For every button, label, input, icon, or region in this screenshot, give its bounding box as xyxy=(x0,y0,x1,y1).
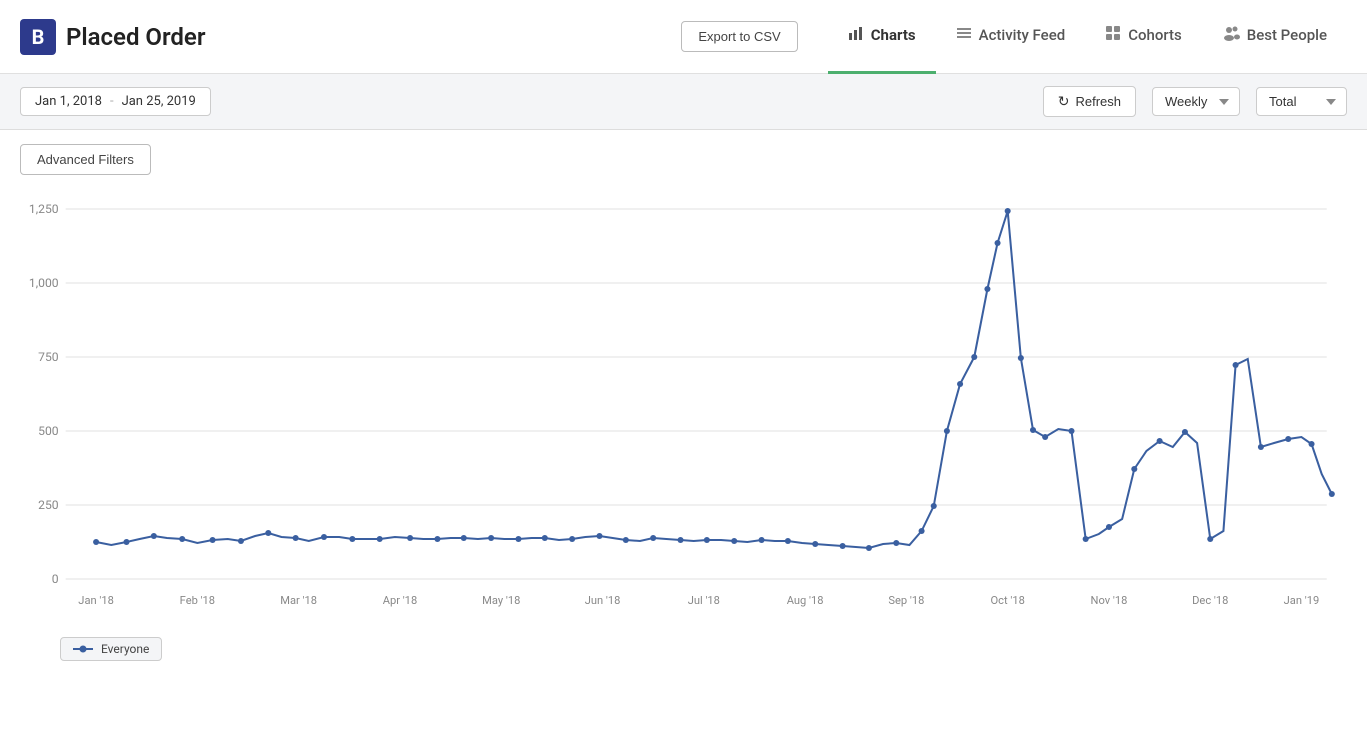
table-icon xyxy=(1105,25,1121,45)
date-separator: - xyxy=(110,94,114,109)
svg-text:Feb '18: Feb '18 xyxy=(180,594,215,607)
nav-tabs: Charts Activity Feed Cohort xyxy=(828,0,1347,73)
toolbar: Jan 1, 2018 - Jan 25, 2019 ↻ Refresh Wee… xyxy=(0,74,1367,130)
tab-cohorts[interactable]: Cohorts xyxy=(1085,0,1202,74)
tab-charts[interactable]: Charts xyxy=(828,0,936,74)
chart-line-everyone xyxy=(96,211,1332,548)
refresh-icon: ↻ xyxy=(1058,93,1070,110)
people-icon xyxy=(1222,25,1240,45)
tab-cohorts-label: Cohorts xyxy=(1128,26,1182,44)
legend-area: Everyone xyxy=(0,629,1367,677)
refresh-button[interactable]: ↻ Refresh xyxy=(1043,86,1136,117)
tab-activity-feed[interactable]: Activity Feed xyxy=(936,0,1086,74)
logo-area: B Placed Order xyxy=(20,19,681,55)
tab-best-people-label: Best People xyxy=(1247,26,1327,44)
svg-text:Oct '18: Oct '18 xyxy=(991,594,1025,607)
chart-dots xyxy=(93,208,1335,551)
svg-text:Jun '18: Jun '18 xyxy=(585,594,621,607)
list-icon xyxy=(956,25,972,45)
svg-text:750: 750 xyxy=(38,350,59,364)
svg-text:500: 500 xyxy=(38,424,59,438)
svg-text:Aug '18: Aug '18 xyxy=(787,594,824,607)
svg-text:May '18: May '18 xyxy=(482,594,520,607)
chart-wrapper: 0 250 500 750 1,000 1,250 Jan '18 Feb '1… xyxy=(10,189,1347,619)
date-to: Jan 25, 2019 xyxy=(122,94,196,109)
metric-select-wrapper: Total Unique Average xyxy=(1256,87,1347,116)
svg-text:Jan '18: Jan '18 xyxy=(78,594,114,607)
line-chart: 0 250 500 750 1,000 1,250 Jan '18 Feb '1… xyxy=(10,189,1347,619)
period-select-wrapper: Weekly Daily Monthly xyxy=(1152,87,1240,116)
svg-text:Dec '18: Dec '18 xyxy=(1192,594,1228,607)
logo-icon: B xyxy=(20,19,56,55)
svg-text:Sep '18: Sep '18 xyxy=(888,594,924,607)
legend-label-everyone: Everyone xyxy=(101,642,149,656)
svg-text:Jul '18: Jul '18 xyxy=(688,594,720,607)
svg-text:Apr '18: Apr '18 xyxy=(383,594,418,607)
svg-text:Nov '18: Nov '18 xyxy=(1091,594,1128,607)
tab-charts-label: Charts xyxy=(871,26,916,44)
metric-select[interactable]: Total Unique Average xyxy=(1256,87,1347,116)
bar-chart-icon xyxy=(848,25,864,45)
advanced-filters-button[interactable]: Advanced Filters xyxy=(20,144,151,175)
svg-text:1,000: 1,000 xyxy=(29,276,59,290)
period-select[interactable]: Weekly Daily Monthly xyxy=(1152,87,1240,116)
header: B Placed Order Export to CSV Charts xyxy=(0,0,1367,74)
legend-item-everyone[interactable]: Everyone xyxy=(60,637,162,661)
svg-text:1,250: 1,250 xyxy=(29,202,59,216)
export-csv-button[interactable]: Export to CSV xyxy=(681,21,797,52)
svg-text:Mar '18: Mar '18 xyxy=(280,594,317,607)
date-from: Jan 1, 2018 xyxy=(35,94,102,109)
chart-area: 0 250 500 750 1,000 1,250 Jan '18 Feb '1… xyxy=(0,179,1367,629)
tab-activity-feed-label: Activity Feed xyxy=(979,26,1066,44)
svg-text:0: 0 xyxy=(52,572,59,586)
refresh-label: Refresh xyxy=(1075,94,1121,109)
legend-line-everyone xyxy=(73,648,93,650)
filters-area: Advanced Filters xyxy=(0,130,1367,179)
page-title: Placed Order xyxy=(66,23,205,51)
svg-text:250: 250 xyxy=(38,498,59,512)
tab-best-people[interactable]: Best People xyxy=(1202,0,1347,74)
svg-text:Jan '19: Jan '19 xyxy=(1284,594,1320,607)
date-range-picker[interactable]: Jan 1, 2018 - Jan 25, 2019 xyxy=(20,87,211,116)
